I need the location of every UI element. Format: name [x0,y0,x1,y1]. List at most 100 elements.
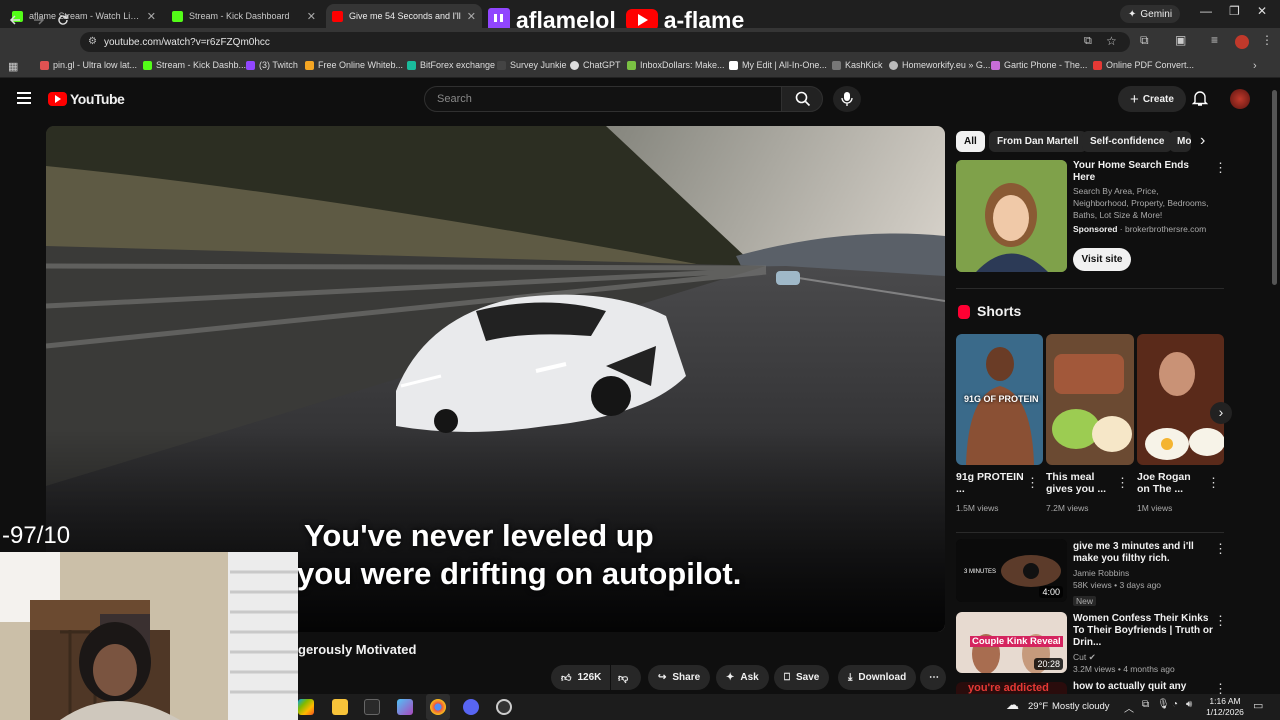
mic-icon[interactable]: 🎙︎ [1157,699,1170,710]
copilot-icon[interactable] [298,699,314,715]
back-icon[interactable] [9,6,21,29]
ad-thumbnail[interactable] [956,160,1067,272]
recommendation-info[interactable]: how to actually quit any [1073,681,1213,694]
chip-all[interactable]: All [956,131,985,152]
more-vertical-icon[interactable]: ⋮ [1207,475,1220,491]
all-bookmarks-icon[interactable]: › [1253,60,1257,72]
visit-site-button[interactable]: Visit site [1073,248,1131,271]
bookmark-whiteboard[interactable]: Free Online Whiteb... [305,60,403,70]
bookmark-kick[interactable]: Stream - Kick Dashb... [143,60,246,70]
more-vertical-icon[interactable]: ⋮ [1026,475,1039,491]
minimize-icon[interactable]: — [1200,4,1212,18]
ad-details[interactable]: Your Home Search Ends Here Search By Are… [1073,160,1213,235]
save-button[interactable]: ⎕ Save [774,665,830,690]
weather-icon[interactable]: ☁ [1006,697,1019,713]
short-info[interactable]: Joe Rogan on The ... 1M views [1137,471,1205,514]
bookmark-bitforex[interactable]: BitForex exchange [407,60,495,70]
clock[interactable]: 1:16 AM 1/12/2026 [1204,696,1246,718]
chevron-up-icon[interactable]: ︿ [1124,700,1134,715]
volume-icon[interactable]: 🔊︎ [1186,699,1192,710]
bookmark-twitch[interactable]: (3) Twitch [246,60,298,70]
close-icon[interactable]: ✕ [467,10,476,23]
youtube-logo[interactable]: YouTube [48,91,125,107]
thumbnail-text: Couple Kink Reveal [970,636,1063,647]
ask-button[interactable]: ✦ Ask [716,665,769,690]
share-button[interactable]: ↪ Share [648,665,711,690]
notifications-bell-icon[interactable] [1191,90,1209,112]
bookmark-kashkick[interactable]: KashKick [832,60,883,70]
video-thumbnail[interactable]: Couple Kink Reveal 20:28 [956,612,1067,673]
search-input[interactable]: Search [424,86,782,112]
weather-temp[interactable]: 29°F [1028,701,1048,712]
file-explorer-icon[interactable] [332,699,348,715]
recommendation-info[interactable]: Women Confess Their Kinks To Their Boyfr… [1073,613,1213,675]
apps-icon[interactable]: ▦ [8,60,18,73]
video-thumbnail[interactable]: 3 MINUTES 4:00 [956,539,1067,602]
page-scrollbar[interactable] [1272,90,1277,285]
download-button[interactable]: ⤓ Download [838,665,917,690]
more-vertical-icon[interactable]: ⋮ [1116,475,1129,491]
close-icon[interactable]: ✕ [147,10,156,23]
short-thumbnail[interactable] [1137,334,1224,465]
tab-title: aflame Stream - Watch Live on [29,11,141,21]
epic-games-icon[interactable] [364,699,380,715]
bookmark-pingl[interactable]: pin.gl - Ultra low lat... [40,60,137,70]
install-icon[interactable]: ⧉ [1084,35,1092,48]
reading-list-icon[interactable]: ≡ [1211,33,1218,47]
forward-icon[interactable] [33,6,45,29]
shorts-next-button[interactable]: › [1210,402,1232,424]
short-info[interactable]: This meal gives you ... 7.2M views [1046,471,1114,514]
close-icon[interactable]: ✕ [307,10,316,23]
short-thumbnail[interactable]: 91G OF PROTEIN [956,334,1043,465]
account-avatar[interactable] [1230,89,1250,109]
chip-from-dan-martell[interactable]: From Dan Martell [989,131,1087,152]
weather-description[interactable]: Mostly cloudy [1052,701,1110,712]
wifi-icon[interactable]: ◔ [1172,699,1178,710]
short-info[interactable]: 91g PROTEIN ... 1.5M views [956,471,1024,514]
short-thumbnail[interactable] [1046,334,1134,465]
window-close-icon[interactable]: ✕ [1257,4,1267,18]
discord-icon[interactable] [463,699,479,715]
like-button[interactable]: 👍︎ 126K [551,665,610,690]
tray-app-icon[interactable]: ⧉ [1142,699,1149,710]
site-info-icon[interactable]: ⚙ [88,36,97,47]
voice-search-button[interactable] [833,86,861,112]
dislike-button[interactable]: 👎︎ [611,665,641,690]
profile-avatar[interactable] [1235,35,1249,49]
address-bar[interactable]: ⚙ youtube.com/watch?v=r6zFZQm0hcc ⧉ ☆ [80,32,1130,52]
thumbs-up-icon: 👍︎ [561,672,572,684]
obs-icon[interactable] [496,699,512,715]
chevron-right-icon[interactable]: › [1200,132,1205,150]
more-vertical-icon[interactable]: ⋮ [1214,541,1227,557]
bookmark-pdf[interactable]: Online PDF Convert... [1093,60,1194,70]
bookmark-inboxdollars[interactable]: InboxDollars: Make... [627,60,725,70]
bookmark-gartic[interactable]: Gartic Phone - The... [991,60,1087,70]
tab-aflame-stream[interactable]: aflame Stream - Watch Live on ✕ [6,4,162,28]
notification-center-icon[interactable]: ▭ [1253,699,1263,712]
tab-kick-dashboard[interactable]: Stream - Kick Dashboard ✕ [166,4,322,28]
tab-youtube-video[interactable]: Give me 54 Seconds and I'll ✕ [326,4,482,28]
sidepanel-icon[interactable]: ▣ [1175,33,1186,47]
bookmark-star-icon[interactable]: ☆ [1106,34,1117,48]
more-vertical-icon[interactable]: ⋮ [1214,613,1227,629]
chip-more[interactable]: Mo [1169,131,1191,152]
gemini-button[interactable]: ✦ Gemini [1120,5,1181,23]
chip-self-confidence[interactable]: Self-confidence [1082,131,1173,152]
bookmark-survey-junkie[interactable]: Survey Junkie [497,60,567,70]
search-button[interactable] [781,86,823,112]
restore-icon[interactable]: ❐ [1229,4,1240,18]
recommendation-info[interactable]: give me 3 minutes and i'll make you filt… [1073,541,1213,609]
more-menu-icon[interactable]: ⋮ [1261,33,1273,47]
create-button[interactable]: + Create [1118,86,1186,112]
hamburger-menu-icon[interactable] [17,92,31,104]
search-placeholder: Search [437,93,472,105]
more-actions-button[interactable]: ⋯ [920,665,946,690]
video-thumbnail[interactable]: you're addicted [956,682,1067,694]
bookmark-myedit[interactable]: My Edit | All-In-One... [729,60,827,70]
ms-store-icon[interactable] [397,699,413,715]
more-vertical-icon[interactable]: ⋮ [1214,160,1227,176]
extensions-icon[interactable]: ⧉ [1140,33,1149,48]
bookmark-homeworkify[interactable]: Homeworkify.eu » G... [889,60,990,70]
reload-icon[interactable] [57,6,69,29]
bookmark-chatgpt[interactable]: ChatGPT [570,60,621,70]
